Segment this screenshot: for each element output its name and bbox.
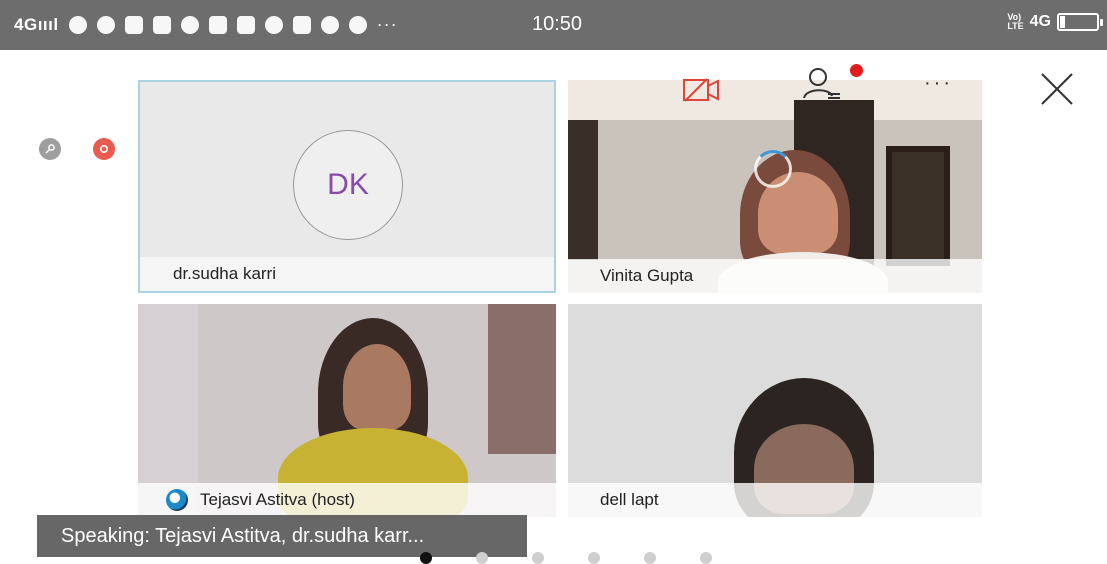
battery-icon bbox=[1057, 13, 1103, 31]
participant-name: dr.sudha karri bbox=[173, 264, 276, 283]
page-dot[interactable] bbox=[532, 552, 544, 564]
more-notifications-icon: ··· bbox=[376, 14, 398, 34]
video-tile[interactable]: dell lapt bbox=[568, 304, 982, 517]
video-off-glyph bbox=[683, 78, 719, 102]
video-tile[interactable]: DK dr.sudha karri bbox=[138, 80, 556, 293]
page-dot[interactable] bbox=[644, 552, 656, 564]
participant-name: dell lapt bbox=[600, 490, 659, 509]
participant-name-bar: Tejasvi Astitva (host) bbox=[138, 483, 556, 517]
close-icon[interactable] bbox=[1040, 72, 1074, 111]
chrome-icon bbox=[320, 15, 339, 34]
app-icon bbox=[208, 15, 227, 34]
status-left: 4Gıııl ··· bbox=[14, 14, 398, 35]
page-dot[interactable] bbox=[588, 552, 600, 564]
page-dot[interactable] bbox=[476, 552, 488, 564]
webex-logo-icon bbox=[166, 489, 188, 511]
data-network-label: 4G bbox=[1029, 13, 1051, 30]
participant-name: Vinita Gupta bbox=[600, 266, 694, 285]
app-icon bbox=[236, 15, 255, 34]
blocked-icon bbox=[180, 15, 199, 34]
participant-name: Tejasvi Astitva (host) bbox=[200, 490, 355, 509]
participant-name-bar: dell lapt bbox=[568, 483, 982, 517]
status-right: Vo) LTE 4G bbox=[1007, 12, 1103, 31]
network-label: 4G bbox=[14, 14, 38, 34]
participants-icon[interactable] bbox=[802, 66, 842, 107]
notification-icon bbox=[68, 15, 87, 34]
battery-fill bbox=[1060, 16, 1065, 28]
page-dot[interactable] bbox=[700, 552, 712, 564]
video-frame bbox=[568, 120, 598, 260]
alert-icon bbox=[264, 15, 283, 34]
network-indicator: 4Gıııl bbox=[14, 15, 59, 35]
status-bar: 4Gıııl ··· 10:50 Vo) LTE 4G bbox=[0, 0, 1107, 50]
page-indicator[interactable] bbox=[420, 552, 712, 564]
video-tile[interactable]: Vinita Gupta bbox=[568, 80, 982, 293]
key-glyph bbox=[45, 144, 55, 154]
video-frame bbox=[568, 80, 982, 120]
more-options-icon[interactable]: ··· bbox=[924, 72, 953, 95]
record-icon[interactable] bbox=[93, 138, 115, 160]
notification-icon bbox=[96, 15, 115, 34]
participant-name-bar: Vinita Gupta bbox=[568, 259, 982, 293]
signal-icon: ıııl bbox=[37, 14, 59, 34]
avatar: DK bbox=[293, 130, 403, 240]
participant-name-bar: dr.sudha karri bbox=[140, 257, 554, 291]
key-icon[interactable] bbox=[39, 138, 61, 160]
video-frame bbox=[488, 304, 556, 454]
facebook-icon bbox=[124, 15, 143, 34]
volte-icon: Vo) LTE bbox=[1007, 12, 1024, 31]
speaking-indicator: Speaking: Tejasvi Astitva, dr.sudha karr… bbox=[37, 515, 527, 557]
mail-icon bbox=[152, 15, 171, 34]
video-frame bbox=[886, 146, 950, 266]
participants-glyph bbox=[803, 68, 840, 99]
notification-dot bbox=[850, 64, 863, 77]
video-tile[interactable]: Tejasvi Astitva (host) bbox=[138, 304, 556, 517]
record-glyph bbox=[99, 144, 109, 154]
page-dot[interactable] bbox=[420, 552, 432, 564]
video-frame bbox=[343, 344, 411, 430]
chrome-icon bbox=[348, 15, 367, 34]
youtube-icon bbox=[292, 15, 311, 34]
video-off-icon[interactable] bbox=[682, 76, 722, 109]
loading-spinner-icon bbox=[754, 150, 792, 188]
close-glyph bbox=[1041, 73, 1073, 105]
clock: 10:50 bbox=[532, 13, 583, 35]
